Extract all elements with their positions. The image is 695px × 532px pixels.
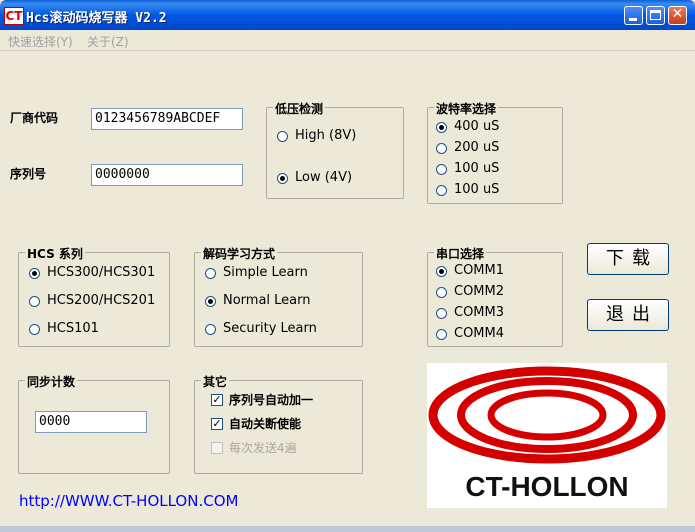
radio-icon — [29, 296, 40, 307]
learn-mode-group: 解码学习方式 Simple Learn Normal Learn Securit… — [194, 245, 363, 347]
radio-icon — [436, 143, 447, 154]
check-icon: ✓ — [211, 393, 223, 406]
checkbox-empty-icon — [211, 442, 223, 454]
baud-rate-option[interactable]: 400 uS — [436, 119, 499, 135]
low-voltage-high-option[interactable]: High (8V) — [277, 128, 356, 144]
title-bar[interactable]: CT Hcs滚动码烧写器 V2.2 ✕ — [0, 0, 695, 30]
download-button[interactable]: 下载 — [587, 243, 669, 275]
learn-mode-option[interactable]: Normal Learn — [205, 293, 311, 309]
hcs-series-title: HCS 系列 — [25, 245, 85, 262]
serial-port-option[interactable]: COMM2 — [436, 284, 504, 300]
serial-number-input[interactable]: 0000000 — [91, 164, 243, 186]
hcs-series-option[interactable]: HCS300/HCS301 — [29, 265, 155, 281]
auto-increment-serial-checkbox[interactable]: ✓ 序列号自动加一 — [211, 392, 313, 408]
maximize-button[interactable] — [646, 6, 665, 25]
hcs-series-group: HCS 系列 HCS300/HCS301 HCS200/HCS201 HCS10… — [18, 245, 170, 347]
learn-mode-title: 解码学习方式 — [201, 245, 278, 262]
radio-icon — [205, 324, 216, 335]
hcs-series-option[interactable]: HCS101 — [29, 321, 99, 337]
send-four-times-checkbox[interactable]: 每次发送4遍 — [211, 440, 297, 456]
radio-icon — [436, 287, 447, 298]
window-title: Hcs滚动码烧写器 V2.2 — [26, 11, 167, 26]
maximize-icon — [650, 10, 661, 20]
radio-icon — [277, 131, 288, 142]
radio-icon — [436, 164, 447, 175]
exit-button[interactable]: 退出 — [587, 299, 669, 331]
baud-rate-option[interactable]: 100 uS — [436, 161, 499, 177]
manufacturer-code-label: 厂商代码 — [10, 111, 59, 125]
logo-text: CT-HOLLON — [465, 471, 629, 502]
radio-selected-icon — [29, 268, 40, 279]
radio-selected-icon — [436, 266, 447, 277]
baud-rate-title: 波特率选择 — [434, 100, 499, 117]
radio-icon — [436, 329, 447, 340]
radio-selected-icon — [436, 122, 447, 133]
baud-rate-option[interactable]: 100 uS — [436, 182, 499, 198]
learn-mode-option[interactable]: Simple Learn — [205, 265, 308, 281]
radio-icon — [436, 185, 447, 196]
radio-icon — [436, 308, 447, 319]
sync-counter-title: 同步计数 — [25, 373, 78, 390]
manufacturer-code-input[interactable]: 0123456789ABCDEF — [91, 108, 243, 130]
menu-quick-select[interactable]: 快速选择(Y) — [8, 33, 73, 50]
serial-port-option[interactable]: COMM4 — [436, 326, 504, 342]
check-icon: ✓ — [211, 417, 223, 430]
minimize-button[interactable] — [624, 6, 643, 25]
close-button[interactable]: ✕ — [668, 6, 687, 25]
radio-icon — [205, 268, 216, 279]
app-icon: CT — [4, 7, 24, 25]
logo-ellipses-icon — [428, 366, 666, 464]
sync-counter-input[interactable]: 0000 — [35, 411, 147, 433]
auto-shutdown-checkbox[interactable]: ✓ 自动关断使能 — [211, 416, 301, 432]
radio-selected-icon — [205, 296, 216, 307]
serial-port-title: 串口选择 — [434, 245, 487, 262]
low-voltage-title: 低压检测 — [273, 100, 326, 117]
low-voltage-low-option[interactable]: Low (4V) — [277, 170, 352, 186]
sync-counter-group: 同步计数 0000 — [18, 373, 170, 474]
serial-port-group: 串口选择 COMM1 COMM2 COMM3 COMM4 — [427, 245, 563, 347]
menu-about[interactable]: 关于(Z) — [87, 33, 129, 50]
serial-port-option[interactable]: COMM3 — [436, 305, 504, 321]
hcs-series-option[interactable]: HCS200/HCS201 — [29, 293, 155, 309]
baud-rate-option[interactable]: 200 uS — [436, 140, 499, 156]
company-logo: CT-HOLLON — [427, 363, 667, 508]
radio-icon — [29, 324, 40, 335]
low-voltage-group: 低压检测 High (8V) Low (4V) — [266, 100, 404, 199]
close-icon: ✕ — [671, 6, 684, 22]
menu-bar: 快速选择(Y) 关于(Z) — [0, 30, 695, 51]
radio-selected-icon — [277, 173, 288, 184]
learn-mode-option[interactable]: Security Learn — [205, 321, 317, 337]
other-group: 其它 ✓ 序列号自动加一 ✓ 自动关断使能 每次发送4遍 — [194, 373, 363, 474]
serial-port-option[interactable]: COMM1 — [436, 263, 504, 279]
other-title: 其它 — [201, 373, 230, 390]
baud-rate-group: 波特率选择 400 uS 200 uS 100 uS 100 uS — [427, 100, 563, 204]
website-link[interactable]: http://WWW.CT-HOLLON.COM — [19, 492, 238, 510]
taskbar-strip — [0, 526, 695, 532]
minimize-icon — [629, 18, 637, 21]
serial-number-label: 序列号 — [10, 167, 47, 181]
